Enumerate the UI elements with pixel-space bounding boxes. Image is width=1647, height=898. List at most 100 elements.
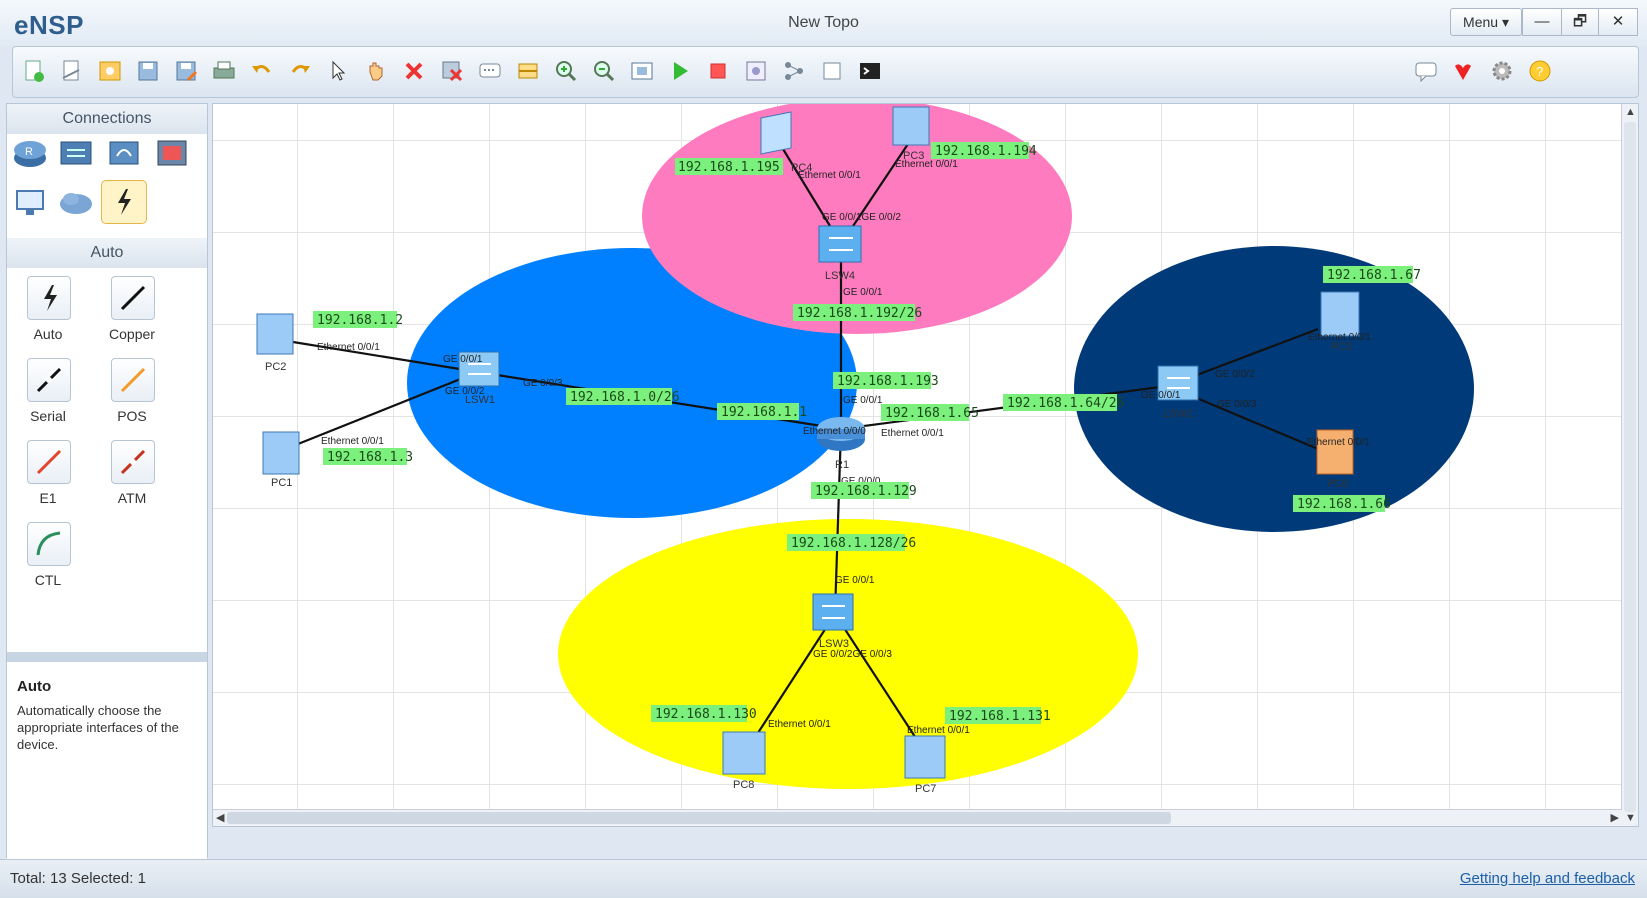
delete-icon[interactable] — [401, 58, 427, 84]
serial-cable-icon[interactable] — [27, 358, 71, 402]
redo-icon[interactable] — [287, 58, 313, 84]
pc1-label: PC1 — [271, 477, 292, 489]
port-label: GE 0/0/2GE 0/0/3 — [813, 649, 892, 660]
ip-label: 192.168.1.64/26 — [1007, 396, 1124, 411]
pc6-label: PC6 — [1327, 478, 1348, 490]
port-label: Ethernet 0/0/1 — [881, 428, 944, 439]
lsw2-label: LSW2 — [1163, 408, 1193, 420]
port-label: Ethernet 0/0/0 — [803, 426, 866, 437]
ip-label: 192.168.1.194 — [935, 144, 1037, 159]
help-icon[interactable]: ? — [1527, 58, 1553, 84]
toolbar: ? — [12, 46, 1639, 98]
close-button[interactable]: ✕ — [1598, 8, 1638, 36]
print-icon[interactable] — [211, 58, 237, 84]
delete-all-icon[interactable] — [439, 58, 465, 84]
horizontal-scroll-thumb[interactable] — [227, 812, 1171, 824]
save-icon[interactable] — [135, 58, 161, 84]
grid-icon[interactable] — [819, 58, 845, 84]
port-label: GE 0/0/1 — [843, 287, 883, 298]
topology-canvas[interactable]: PC4 PC3 LSW4 PC2 PC1 LSW1 R1 LSW2 PC5 PC… — [212, 103, 1639, 827]
text-icon[interactable] — [477, 58, 503, 84]
topology-icon[interactable] — [781, 58, 807, 84]
e1-cable-icon[interactable] — [27, 440, 71, 484]
pos-cable-label: POS — [117, 408, 147, 424]
selection-status: Total: 13 Selected: 1 — [10, 870, 146, 887]
port-label: Ethernet 0/0/1 — [1308, 332, 1371, 343]
horizontal-scrollbar[interactable]: ◀ ▶ — [213, 809, 1622, 826]
port-label: GE 0/0/2 — [445, 386, 485, 397]
pc-device-icon[interactable] — [904, 735, 946, 779]
vertical-scrollbar[interactable]: ▲ ▼ — [1621, 104, 1638, 826]
switch-device-icon[interactable] — [812, 593, 854, 631]
port-label: GE 0/0/3 — [1217, 399, 1257, 410]
pc-device-icon[interactable] — [256, 313, 294, 355]
port-label: GE 0/0/2 — [1215, 369, 1255, 380]
port-label: GE 0/0/1 — [1141, 390, 1181, 401]
copper-cable-label: Copper — [109, 326, 155, 342]
pc-device-icon[interactable] — [1320, 291, 1360, 337]
capture-icon[interactable] — [743, 58, 769, 84]
huawei-icon[interactable] — [1450, 58, 1476, 84]
port-label: GE 0/0/1 — [443, 354, 483, 365]
atm-cable-icon[interactable] — [111, 440, 155, 484]
save-as-icon[interactable] — [173, 58, 199, 84]
cli-icon[interactable] — [857, 58, 883, 84]
chat-icon[interactable] — [1413, 58, 1439, 84]
pos-cable-icon[interactable] — [111, 358, 155, 402]
pc8-label: PC8 — [733, 779, 754, 791]
firewall-icon[interactable] — [153, 136, 191, 170]
ip-label: 192.168.1.3 — [327, 450, 413, 465]
pan-icon[interactable] — [363, 58, 389, 84]
scroll-right-icon[interactable]: ▶ — [1611, 811, 1619, 824]
start-icon[interactable] — [667, 58, 693, 84]
ip-label: 192.168.1.67 — [1327, 268, 1421, 283]
switch-device-icon[interactable] — [818, 225, 862, 263]
auto-cable-icon[interactable] — [27, 276, 71, 320]
stop-icon[interactable] — [705, 58, 731, 84]
description-title: Auto — [17, 678, 52, 695]
minimize-button[interactable]: — — [1522, 8, 1562, 36]
ip-label: 192.168.1.129 — [815, 484, 917, 499]
rect-icon[interactable] — [515, 58, 541, 84]
new-icon[interactable] — [21, 58, 47, 84]
scroll-up-icon[interactable]: ▲ — [1625, 106, 1636, 118]
pc-device-icon[interactable] — [892, 106, 930, 146]
cloud-icon[interactable] — [57, 186, 95, 220]
ip-label: 192.168.1.65 — [885, 406, 979, 421]
open-example-icon[interactable] — [97, 58, 123, 84]
copper-cable-icon[interactable] — [111, 276, 155, 320]
scroll-left-icon[interactable]: ◀ — [216, 811, 224, 824]
lsw4-label: LSW4 — [825, 270, 855, 282]
open-icon[interactable] — [59, 58, 85, 84]
zoom-in-icon[interactable] — [553, 58, 579, 84]
router-icon[interactable]: R — [11, 136, 49, 170]
pc-device-icon[interactable] — [722, 731, 766, 775]
undo-icon[interactable] — [249, 58, 275, 84]
ip-label: 192.168.1.0/26 — [570, 390, 680, 405]
port-label: GE 0/0/1 — [843, 395, 883, 406]
ip-label: 192.168.1.66 — [1297, 497, 1391, 512]
connection-icon[interactable] — [101, 180, 147, 224]
zoom-out-icon[interactable] — [591, 58, 617, 84]
svg-text:?: ? — [1536, 64, 1543, 79]
pc-icon[interactable] — [11, 186, 49, 220]
svg-text:R: R — [25, 146, 33, 158]
pc-device-icon[interactable] — [262, 431, 300, 475]
description-box: Auto Automatically choose the appropriat… — [7, 652, 207, 867]
description-text: Automatically choose the appropriate int… — [17, 703, 179, 752]
fit-icon[interactable] — [629, 58, 655, 84]
restore-button[interactable]: 🗗 — [1561, 8, 1599, 36]
scroll-down-icon[interactable]: ▼ — [1625, 812, 1636, 824]
window-title: New Topo — [788, 14, 859, 31]
switch-icon[interactable] — [57, 136, 95, 170]
port-label: GE 0/0/1GE 0/0/2 — [822, 212, 901, 223]
port-label: GE 0/0/1 — [835, 575, 875, 586]
select-icon[interactable] — [325, 58, 351, 84]
vertical-scroll-thumb[interactable] — [1624, 122, 1636, 812]
wlan-icon[interactable] — [105, 136, 143, 170]
ctl-cable-icon[interactable] — [27, 522, 71, 566]
help-feedback-link[interactable]: Getting help and feedback — [1460, 870, 1635, 887]
atm-cable-label: ATM — [117, 490, 147, 506]
menu-button[interactable]: Menu ▾ — [1450, 8, 1522, 36]
settings-icon[interactable] — [1489, 58, 1515, 84]
